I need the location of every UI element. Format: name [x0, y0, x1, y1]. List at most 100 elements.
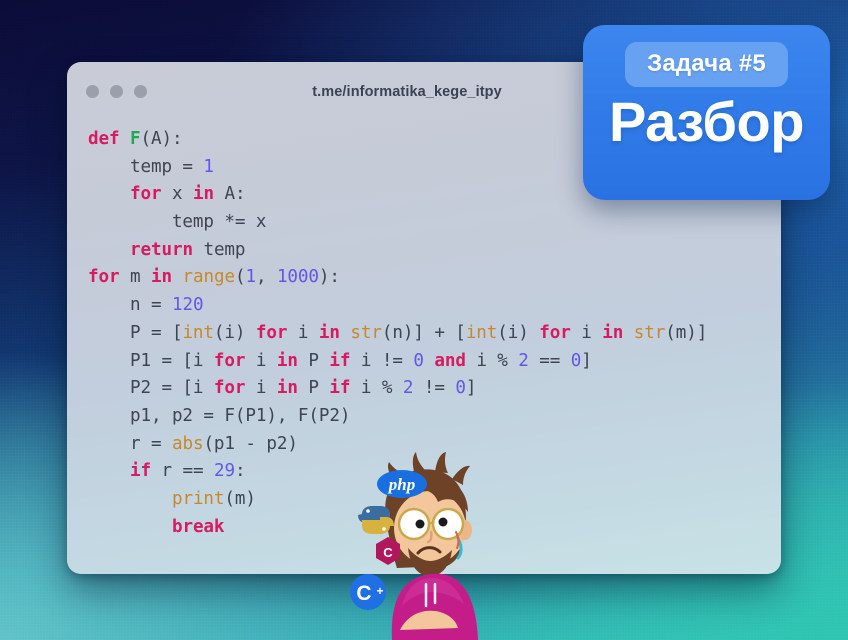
code-token: def	[88, 129, 120, 149]
code-token: (m)	[224, 488, 256, 509]
code-token: ):	[318, 267, 340, 288]
code-token: P = [	[88, 322, 183, 343]
code-token: ]	[465, 378, 477, 399]
code-token: print	[171, 488, 225, 509]
code-token: return	[129, 239, 193, 260]
code-token: (A):	[140, 129, 183, 149]
code-token: in	[276, 378, 298, 399]
code-line: print(m)	[88, 486, 781, 514]
code-line: r = abs(p1 - p2)	[88, 431, 781, 459]
code-token: for	[129, 184, 162, 205]
code-token: (n)] + [	[381, 322, 466, 343]
code-token: 0	[413, 350, 424, 371]
code-line: break	[88, 514, 781, 542]
code-token: (i)	[213, 322, 256, 343]
code-token: r =	[88, 433, 172, 454]
code-token: temp =	[88, 156, 204, 177]
code-token: r ==	[150, 461, 214, 482]
code-token: (m)]	[665, 322, 708, 343]
code-token: 1	[245, 267, 256, 288]
code-line: P2 = [i for i in P if i % 2 != 0]	[88, 375, 781, 403]
code-token: i	[245, 350, 277, 371]
code-token: (p1 - p2)	[203, 433, 298, 454]
code-token: in	[602, 322, 624, 343]
code-line: P = [int(i) for i in str(n)] + [int(i) f…	[88, 320, 781, 348]
code-token: 120	[171, 295, 204, 316]
code-token: i !=	[350, 350, 414, 371]
code-token: 0	[570, 350, 582, 371]
task-number-pill: Задача #5	[625, 42, 788, 87]
code-token: ==	[528, 350, 571, 371]
code-line: return temp	[88, 237, 781, 265]
code-line: P1 = [i for i in P if i != 0 and i % 2 =…	[88, 348, 781, 376]
code-token: ,	[255, 267, 277, 288]
code-token: if	[129, 461, 151, 482]
code-token: for	[213, 350, 246, 371]
screenshot-root: t.me/informatika_kege_itpy def F(A): tem…	[0, 0, 848, 640]
code-token: 1000	[276, 267, 319, 288]
code-token: !=	[413, 378, 456, 399]
code-token: F	[129, 129, 141, 149]
code-token: for	[255, 322, 288, 343]
code-token: n =	[88, 295, 172, 316]
code-token: and	[434, 350, 466, 371]
code-token: (	[234, 267, 246, 288]
code-token: str	[350, 322, 382, 343]
code-token: in	[276, 350, 298, 371]
code-token: P	[297, 378, 330, 399]
code-token: 2	[402, 378, 414, 399]
code-token: int	[465, 322, 498, 343]
code-token: P2 = [i	[88, 378, 214, 399]
code-token: m	[119, 267, 151, 288]
code-token: temp *= x	[88, 212, 267, 233]
code-token: A:	[213, 184, 246, 205]
code-line: temp *= x	[88, 209, 781, 237]
code-token: if	[329, 378, 351, 399]
code-token: in	[192, 184, 214, 205]
code-line: p1, p2 = F(P1), F(P2)	[88, 403, 781, 431]
code-token: for	[213, 378, 246, 399]
code-token: x	[161, 184, 193, 205]
code-token: abs	[171, 433, 204, 454]
code-token: str	[633, 322, 666, 343]
code-line: for m in range(1, 1000):	[88, 264, 781, 292]
code-line: if r == 29:	[88, 458, 781, 486]
code-token: i	[287, 322, 319, 343]
code-token: for	[539, 322, 571, 343]
code-token: i %	[465, 350, 519, 371]
code-token: int	[182, 322, 214, 343]
badge-headline: Разбор	[609, 90, 804, 153]
code-token: 2	[518, 350, 529, 371]
code-token: in	[150, 267, 172, 288]
code-token: in	[318, 322, 340, 343]
code-token: break	[171, 516, 225, 537]
code-token: 29	[213, 461, 235, 482]
code-token: 1	[203, 156, 214, 177]
code-token: i	[245, 378, 277, 399]
code-token: ]	[581, 350, 592, 371]
code-token: if	[329, 350, 351, 371]
code-token: p1, p2 = F(P1), F(P2)	[88, 405, 351, 426]
code-token: :	[234, 461, 246, 482]
task-badge-card: Задача #5 Разбор	[583, 25, 830, 200]
code-token: range	[182, 267, 235, 288]
code-token: P	[297, 350, 330, 371]
code-token: temp	[192, 239, 246, 260]
code-token: i	[570, 322, 603, 343]
code-token: i %	[350, 378, 403, 399]
code-token: P1 = [i	[88, 350, 214, 371]
code-token: 0	[455, 378, 466, 399]
code-token: for	[88, 267, 120, 288]
code-token: (i)	[497, 322, 540, 343]
code-line: n = 120	[88, 292, 781, 320]
